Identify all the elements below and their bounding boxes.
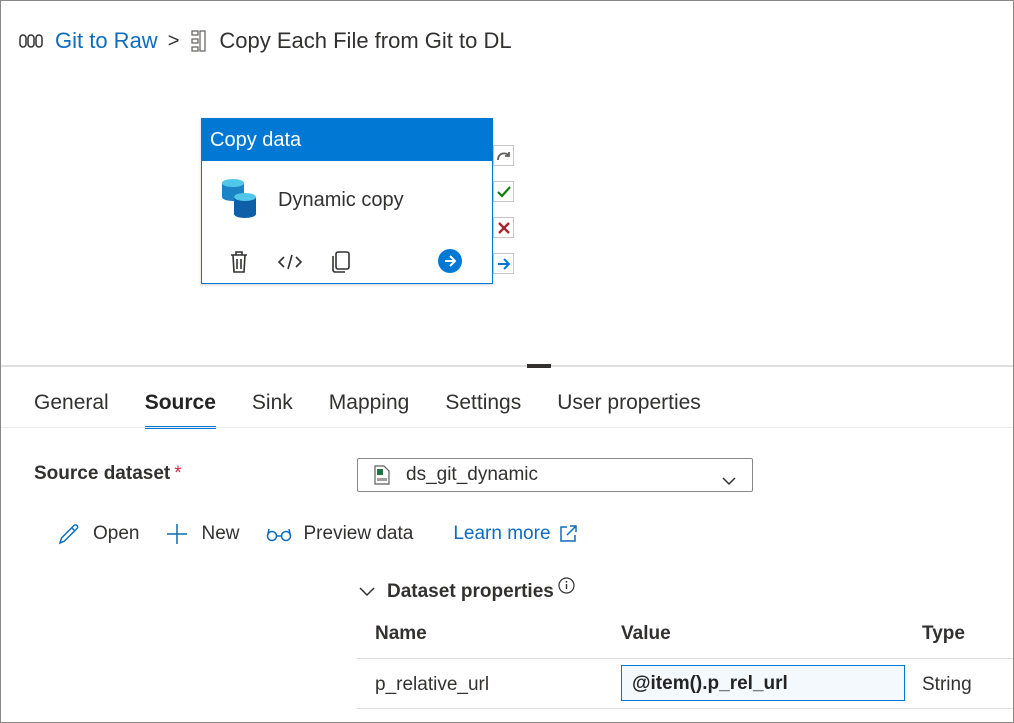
preview-data-button[interactable]: Preview data <box>266 523 413 545</box>
chevron-down-icon <box>722 470 736 492</box>
clone-icon[interactable] <box>328 249 354 275</box>
tab-general[interactable]: General <box>34 387 109 429</box>
dataset-properties-toggle[interactable]: Dataset properties <box>359 577 554 607</box>
go-arrow-icon[interactable] <box>438 249 462 273</box>
foreach-icon <box>191 29 211 53</box>
tabs-divider <box>1 427 1013 428</box>
external-link-icon <box>559 525 577 542</box>
breadcrumb-current: Copy Each File from Git to DL <box>219 28 512 53</box>
delete-icon[interactable] <box>226 249 252 275</box>
code-icon[interactable] <box>277 249 303 275</box>
pane-splitter <box>1 365 1013 367</box>
tab-mapping[interactable]: Mapping <box>329 387 410 429</box>
splitter-handle[interactable] <box>527 364 551 368</box>
info-icon[interactable] <box>558 577 575 599</box>
activity-type-label: Copy data <box>202 119 492 161</box>
activity-name: Dynamic copy <box>278 188 404 211</box>
success-output-icon[interactable] <box>493 181 514 202</box>
source-dataset-label: Source dataset * <box>34 463 182 484</box>
source-dataset-value: ds_git_dynamic <box>406 464 539 485</box>
tab-settings[interactable]: Settings <box>445 387 521 429</box>
property-value-input[interactable]: @item().p_rel_url <box>621 665 905 701</box>
tab-sink[interactable]: Sink <box>252 387 293 429</box>
csv-file-icon <box>374 465 390 485</box>
completion-output-icon[interactable] <box>493 253 514 274</box>
pipeline-icon <box>19 31 45 51</box>
column-name-header: Name <box>375 623 427 644</box>
column-value-header: Value <box>621 623 671 644</box>
dataset-actions: Open New Preview data Learn more <box>57 518 577 550</box>
add-icon <box>167 524 188 544</box>
source-dataset-dropdown[interactable]: ds_git_dynamic <box>357 458 753 492</box>
learn-more-link[interactable]: Learn more <box>453 523 577 545</box>
skipped-output-icon[interactable] <box>493 145 514 166</box>
copy-data-activity[interactable]: Copy data Dynamic copy <box>201 118 493 284</box>
new-button[interactable]: New <box>165 522 240 546</box>
app-frame: Git to Raw > Copy Each File from Git to … <box>0 0 1014 723</box>
tab-source[interactable]: Source <box>144 387 217 429</box>
tab-user-properties[interactable]: User properties <box>557 387 701 429</box>
column-type-header: Type <box>922 623 965 644</box>
edit-icon <box>58 524 79 545</box>
chevron-down-icon <box>359 581 375 603</box>
required-mark: * <box>174 463 182 484</box>
property-type: String <box>922 674 972 695</box>
database-icon <box>220 177 262 223</box>
property-name: p_relative_url <box>375 674 490 695</box>
properties-grid-header: Name Value Type <box>357 617 1013 659</box>
glasses-icon <box>266 528 291 542</box>
breadcrumb: Git to Raw > Copy Each File from Git to … <box>19 25 512 57</box>
table-row: p_relative_url @item().p_rel_url String <box>357 659 1013 709</box>
breadcrumb-pipeline-link[interactable]: Git to Raw <box>55 28 158 54</box>
breadcrumb-separator: > <box>167 29 180 52</box>
properties-tabs: General Source Sink Mapping Settings Use… <box>34 387 737 429</box>
open-button[interactable]: Open <box>57 522 139 546</box>
failure-output-icon[interactable] <box>493 217 514 238</box>
